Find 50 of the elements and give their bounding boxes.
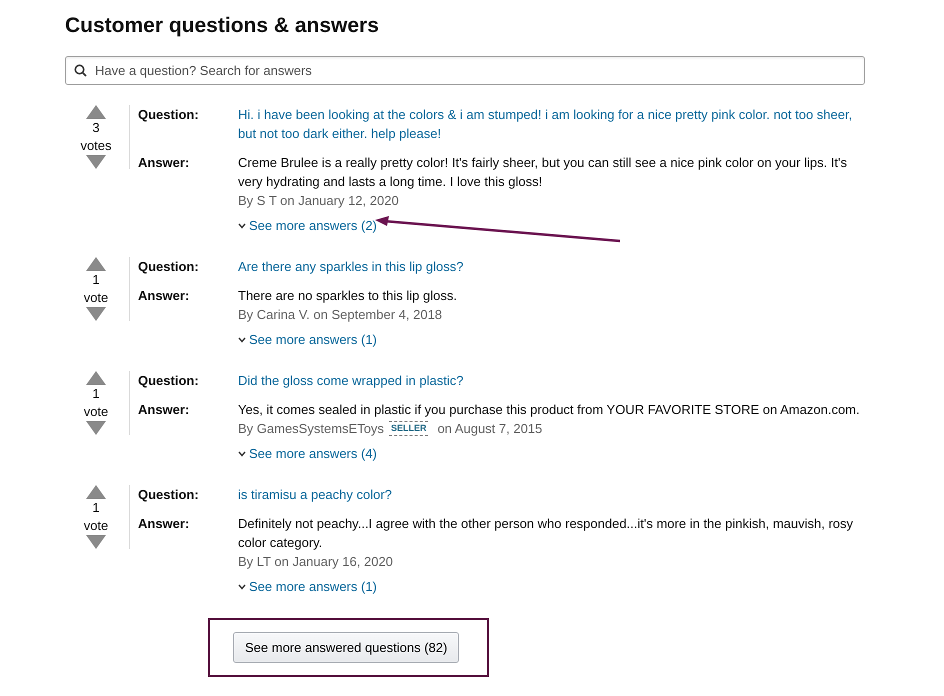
chevron-down-icon	[238, 450, 246, 456]
vote-count: 1	[92, 385, 100, 403]
see-more-answers-link[interactable]: See more answers (4)	[238, 444, 377, 463]
question-link[interactable]: Did the gloss come wrapped in plastic?	[238, 371, 860, 390]
chevron-down-icon	[238, 222, 246, 228]
answer-label: Answer:	[138, 515, 190, 533]
downvote-icon[interactable]	[86, 535, 106, 549]
chevron-down-icon	[238, 584, 246, 590]
answer-text: There are no sparkles to this lip gloss.	[238, 287, 458, 305]
search-field[interactable]: Have a question? Search for answers	[65, 56, 865, 85]
vote-count: 3	[92, 119, 100, 137]
vote-count: 1	[92, 499, 100, 517]
answer-byline: By S T on January 12, 2020	[238, 192, 400, 210]
answer-text: Creme Brulee is a really pretty color! It's fairly sheer, but you can still see a nice pink color on your lips. It's very hydrating and lasts a long time. I love this gloss!	[238, 154, 848, 191]
question-label: Question:	[138, 486, 200, 504]
question-link[interactable]: Hi. i have been looking at the colors & i am stumped! i am looking for a nice pretty pink color. not too sheer, but not too dark either. help please!	[238, 105, 860, 143]
downvote-icon[interactable]	[86, 421, 106, 435]
section-title: Customer questions & answers	[65, 14, 380, 38]
downvote-icon[interactable]	[86, 155, 106, 169]
vote-label: votes	[80, 137, 112, 155]
question-link[interactable]: Are there any sparkles in this lip gloss?	[238, 257, 860, 276]
question-label: Question:	[138, 258, 200, 276]
see-more-answers-link[interactable]: See more answers (2)	[238, 216, 377, 235]
answer-label: Answer:	[138, 287, 190, 305]
seller-badge: SELLER	[388, 421, 428, 436]
upvote-icon[interactable]	[86, 257, 106, 271]
upvote-icon[interactable]	[86, 485, 106, 499]
vote-count: 1	[92, 271, 100, 289]
question-label: Question:	[138, 372, 200, 390]
answer-author: By GamesSystemsEToys	[238, 420, 384, 438]
vote-label: vote	[84, 289, 108, 307]
vote-label: vote	[84, 403, 108, 421]
upvote-icon[interactable]	[86, 371, 106, 385]
see-more-answers-link[interactable]: See more answers (1)	[238, 330, 377, 349]
question-label: Question:	[138, 106, 200, 124]
answer-byline: By LT on January 16, 2020	[238, 553, 394, 571]
vote-label: vote	[84, 517, 108, 535]
answer-label: Answer:	[138, 401, 190, 419]
downvote-icon[interactable]	[86, 307, 106, 321]
upvote-icon[interactable]	[86, 105, 106, 119]
see-more-answers-link[interactable]: See more answers (1)	[238, 577, 377, 596]
question-link[interactable]: is tiramisu a peachy color?	[238, 485, 860, 504]
answer-text: Definitely not peachy...I agree with the other person who responded...it's more in the pinkish, mauvish, rosy color category.	[238, 515, 854, 552]
see-more-questions-button[interactable]: See more answered questions (82)	[233, 632, 460, 663]
answer-label: Answer:	[138, 154, 190, 172]
answer-text: Yes, it comes sealed in plastic if you purchase this product from YOUR FAVORITE STORE on Amazon.com.	[238, 401, 860, 419]
chevron-down-icon	[238, 336, 246, 342]
answer-date: on August 7, 2015	[437, 420, 542, 438]
search-icon	[74, 64, 87, 77]
answer-byline: By Carina V. on September 4, 2018	[238, 306, 444, 324]
